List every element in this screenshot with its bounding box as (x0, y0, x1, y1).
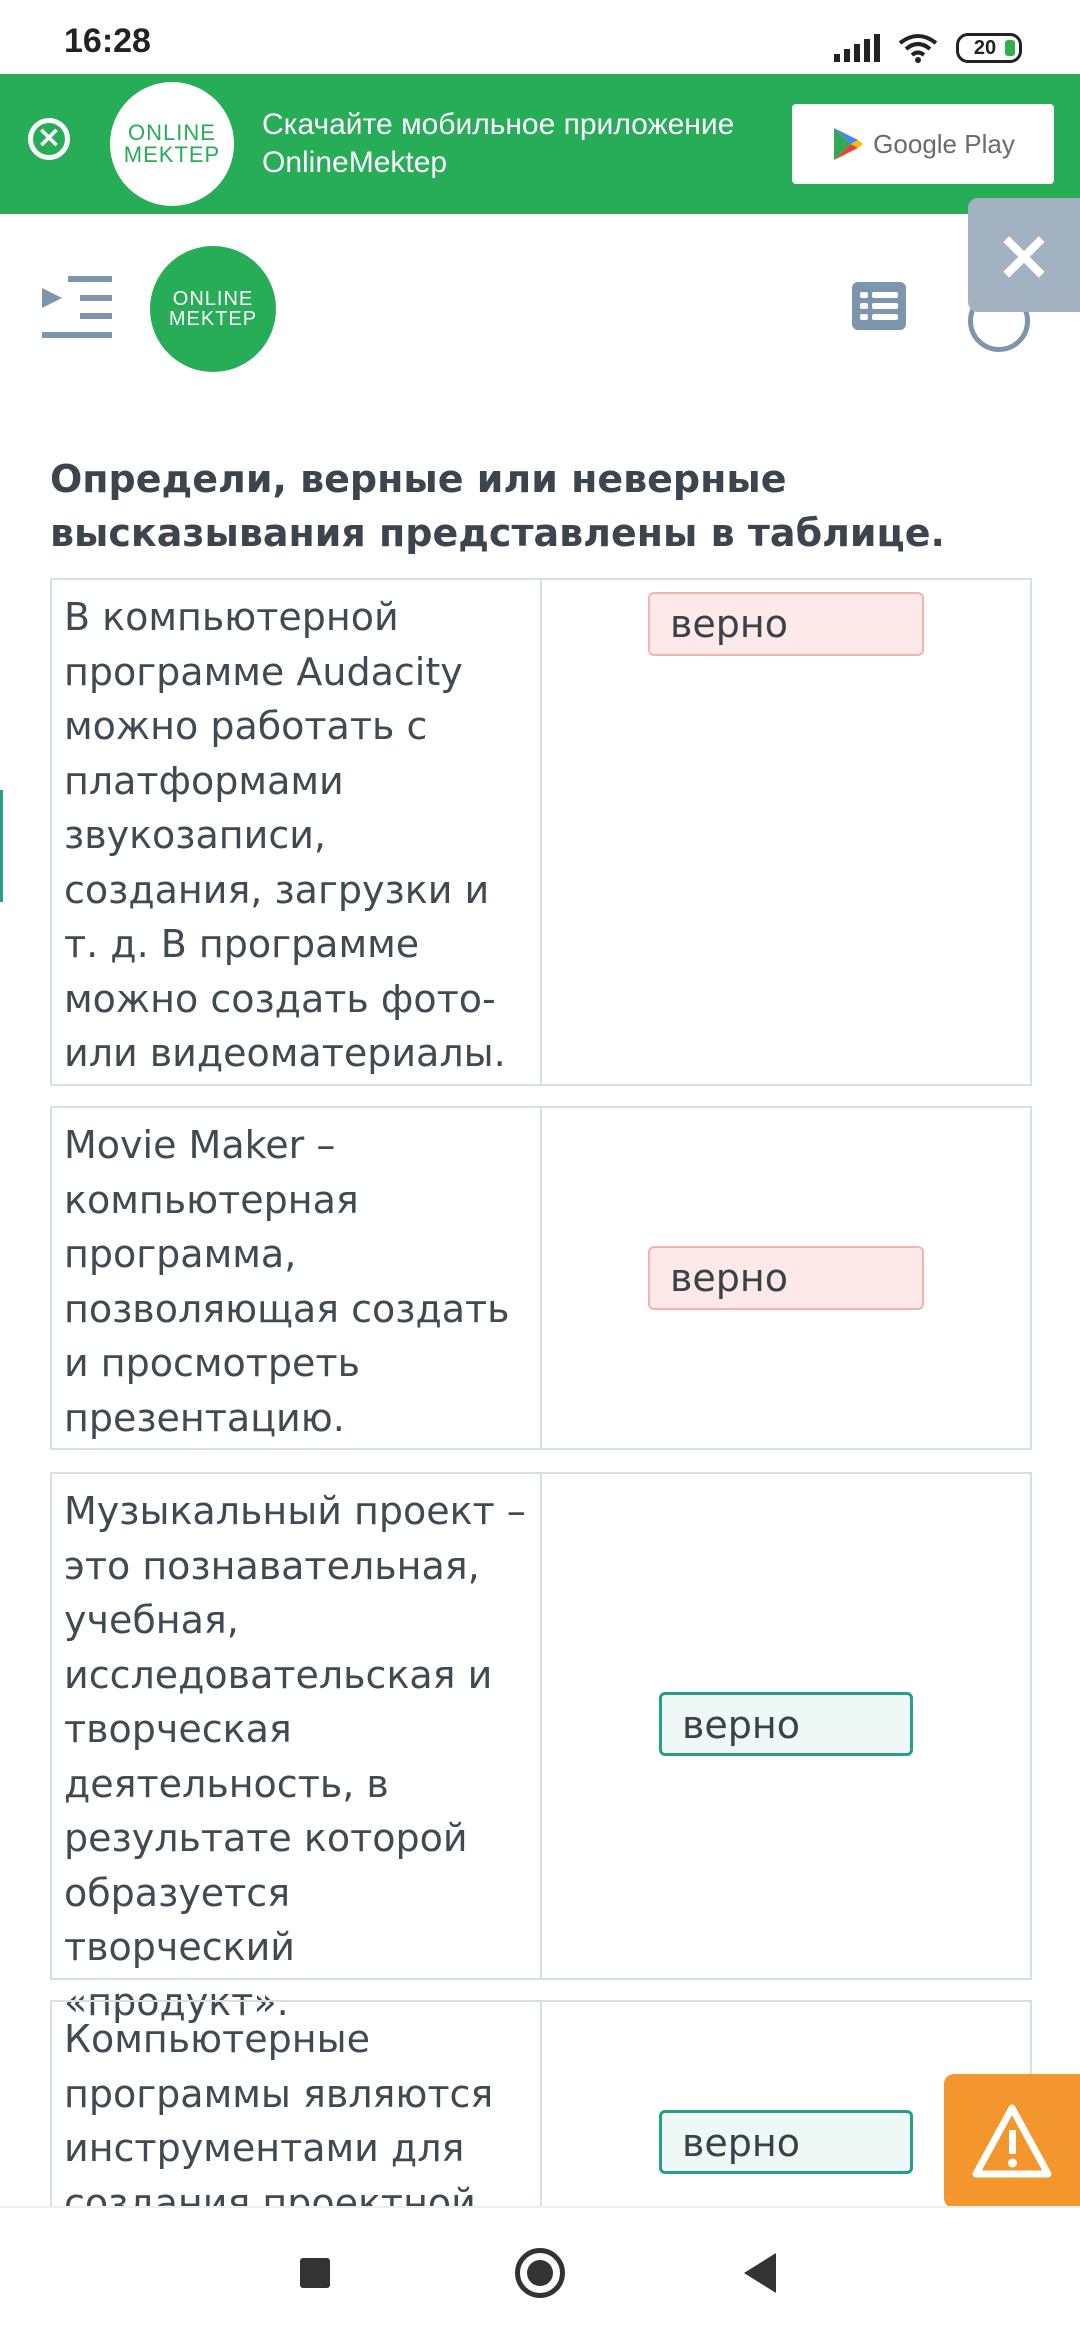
home-icon[interactable] (515, 2248, 565, 2298)
question-text: Определи, верные или неверные высказыван… (50, 457, 945, 555)
answer-cell[interactable]: верно (542, 1474, 1030, 1978)
table-row: Компьютерные программы являются инструме… (50, 2000, 1032, 2225)
statement-text: Компьютерные программы являются инструме… (52, 2002, 542, 2225)
wifi-icon (898, 34, 938, 63)
statement-text: Музыкальный проект – это познавательная,… (52, 1474, 542, 2024)
recents-icon[interactable] (300, 2258, 330, 2288)
site-logo-line2: MEKTEP (168, 308, 258, 330)
system-navigation-bar (0, 2206, 1080, 2342)
google-play-icon (834, 128, 864, 160)
statement-text: В компьютерной программе Audacity можно … (52, 580, 542, 1084)
google-play-button[interactable]: Google Play (792, 104, 1054, 184)
site-logo[interactable]: ONLINE MEKTEP (150, 246, 276, 372)
signal-icon (834, 34, 880, 62)
table-row: Movie Maker – компьютерная программа, по… (50, 1106, 1032, 1450)
banner-text-line1: Скачайте мобильное приложение (262, 108, 735, 141)
banner-logo: ONLINE MEKTEP (110, 82, 234, 206)
banner-text: Скачайте мобильное приложение OnlineMekt… (262, 106, 734, 182)
warning-icon (972, 2104, 1052, 2178)
table-row: Музыкальный проект – это познавательная,… (50, 1472, 1032, 2024)
table-row: В компьютерной программе Audacity можно … (50, 578, 1032, 1086)
app-download-banner: × ONLINE MEKTEP Скачайте мобильное прило… (0, 74, 1080, 214)
battery-level: 20 (973, 36, 997, 59)
menu-icon[interactable] (40, 274, 114, 340)
status-bar: 16:28 20 (0, 0, 1080, 74)
answer-chip[interactable]: верно (659, 2110, 913, 2174)
answer-chip[interactable]: верно (659, 1692, 913, 1756)
task-list-icon[interactable] (852, 282, 906, 330)
answer-cell[interactable]: верно (542, 1108, 1030, 1448)
site-logo-line1: ONLINE (172, 288, 254, 310)
google-play-label: Google Play (873, 128, 1015, 159)
close-banner-icon[interactable]: × (28, 118, 70, 160)
banner-logo-line2: MEKTEP (123, 142, 221, 167)
banner-text-line2: OnlineMektep (262, 146, 448, 179)
battery-icon: 20 (956, 33, 1022, 63)
clock: 16:28 (64, 22, 151, 60)
back-icon[interactable] (744, 2253, 776, 2293)
banner-logo-line1: ONLINE (128, 120, 216, 145)
answer-chip[interactable]: верно (648, 1246, 924, 1310)
answer-chip[interactable]: верно (648, 592, 924, 656)
status-icons: 20 (834, 30, 1022, 66)
close-icon[interactable]: × (968, 198, 1080, 312)
answer-cell[interactable]: верно (542, 580, 1030, 1084)
report-problem-button[interactable] (944, 2074, 1080, 2208)
statement-text: Movie Maker – компьютерная программа, по… (52, 1108, 542, 1448)
side-tab[interactable] (0, 790, 3, 902)
